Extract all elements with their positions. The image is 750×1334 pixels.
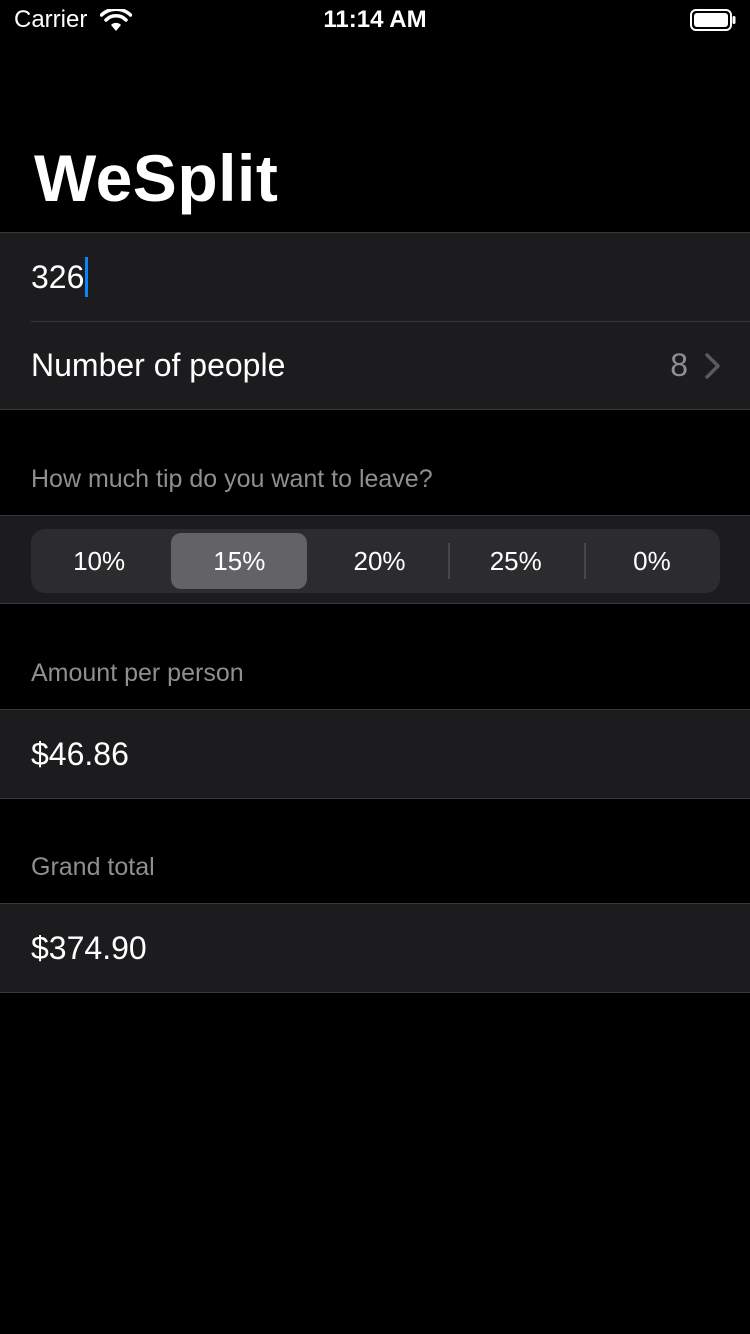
amount-per-person-section: $46.86	[0, 709, 750, 799]
page-title: WeSplit	[34, 141, 279, 215]
tip-option-label: 25%	[489, 545, 542, 576]
status-time: 11:14 AM	[323, 6, 427, 33]
amount-per-person-header: Amount per person	[31, 659, 244, 687]
text-cursor	[85, 257, 89, 297]
app-screen: Carrier 11:14 AM WeSplit 326 Number of p…	[0, 0, 750, 1334]
grand-total-row: $374.90	[0, 904, 750, 992]
status-bar: Carrier 11:14 AM	[0, 0, 750, 40]
tip-option-20[interactable]: 20%	[311, 529, 447, 593]
tip-percentage-segmented-control[interactable]: 10% 15% 20% 25% 0%	[31, 529, 720, 593]
grand-total-header: Grand total	[31, 853, 155, 881]
chevron-right-icon	[705, 353, 720, 379]
tip-option-label: 15%	[213, 545, 266, 576]
grand-total-value: $374.90	[31, 929, 147, 966]
tip-option-25[interactable]: 25%	[447, 529, 584, 593]
number-of-people-label: Number of people	[31, 346, 286, 383]
tip-option-10[interactable]: 10%	[31, 529, 167, 593]
check-amount-value[interactable]: 326	[31, 259, 84, 296]
number-of-people-value: 8	[670, 347, 688, 383]
amount-per-person-row: $46.86	[0, 710, 750, 798]
battery-icon	[690, 9, 736, 31]
tip-option-0[interactable]: 0%	[583, 529, 720, 593]
segment-divider	[447, 543, 450, 579]
tip-section: 10% 15% 20% 25% 0%	[0, 515, 750, 604]
tip-section-header: How much tip do you want to leave?	[31, 465, 433, 493]
input-section: 326 Number of people 8	[0, 232, 750, 410]
segment-divider	[583, 543, 586, 579]
grand-total-section: $374.90	[0, 903, 750, 993]
tip-option-label: 0%	[633, 545, 671, 576]
amount-per-person-value: $46.86	[31, 735, 129, 772]
tip-option-label: 10%	[73, 545, 126, 576]
tip-option-label: 20%	[353, 545, 406, 576]
number-of-people-picker[interactable]: Number of people 8	[0, 321, 750, 409]
check-amount-field[interactable]: 326	[0, 233, 750, 321]
tip-option-15[interactable]: 15%	[171, 533, 308, 589]
